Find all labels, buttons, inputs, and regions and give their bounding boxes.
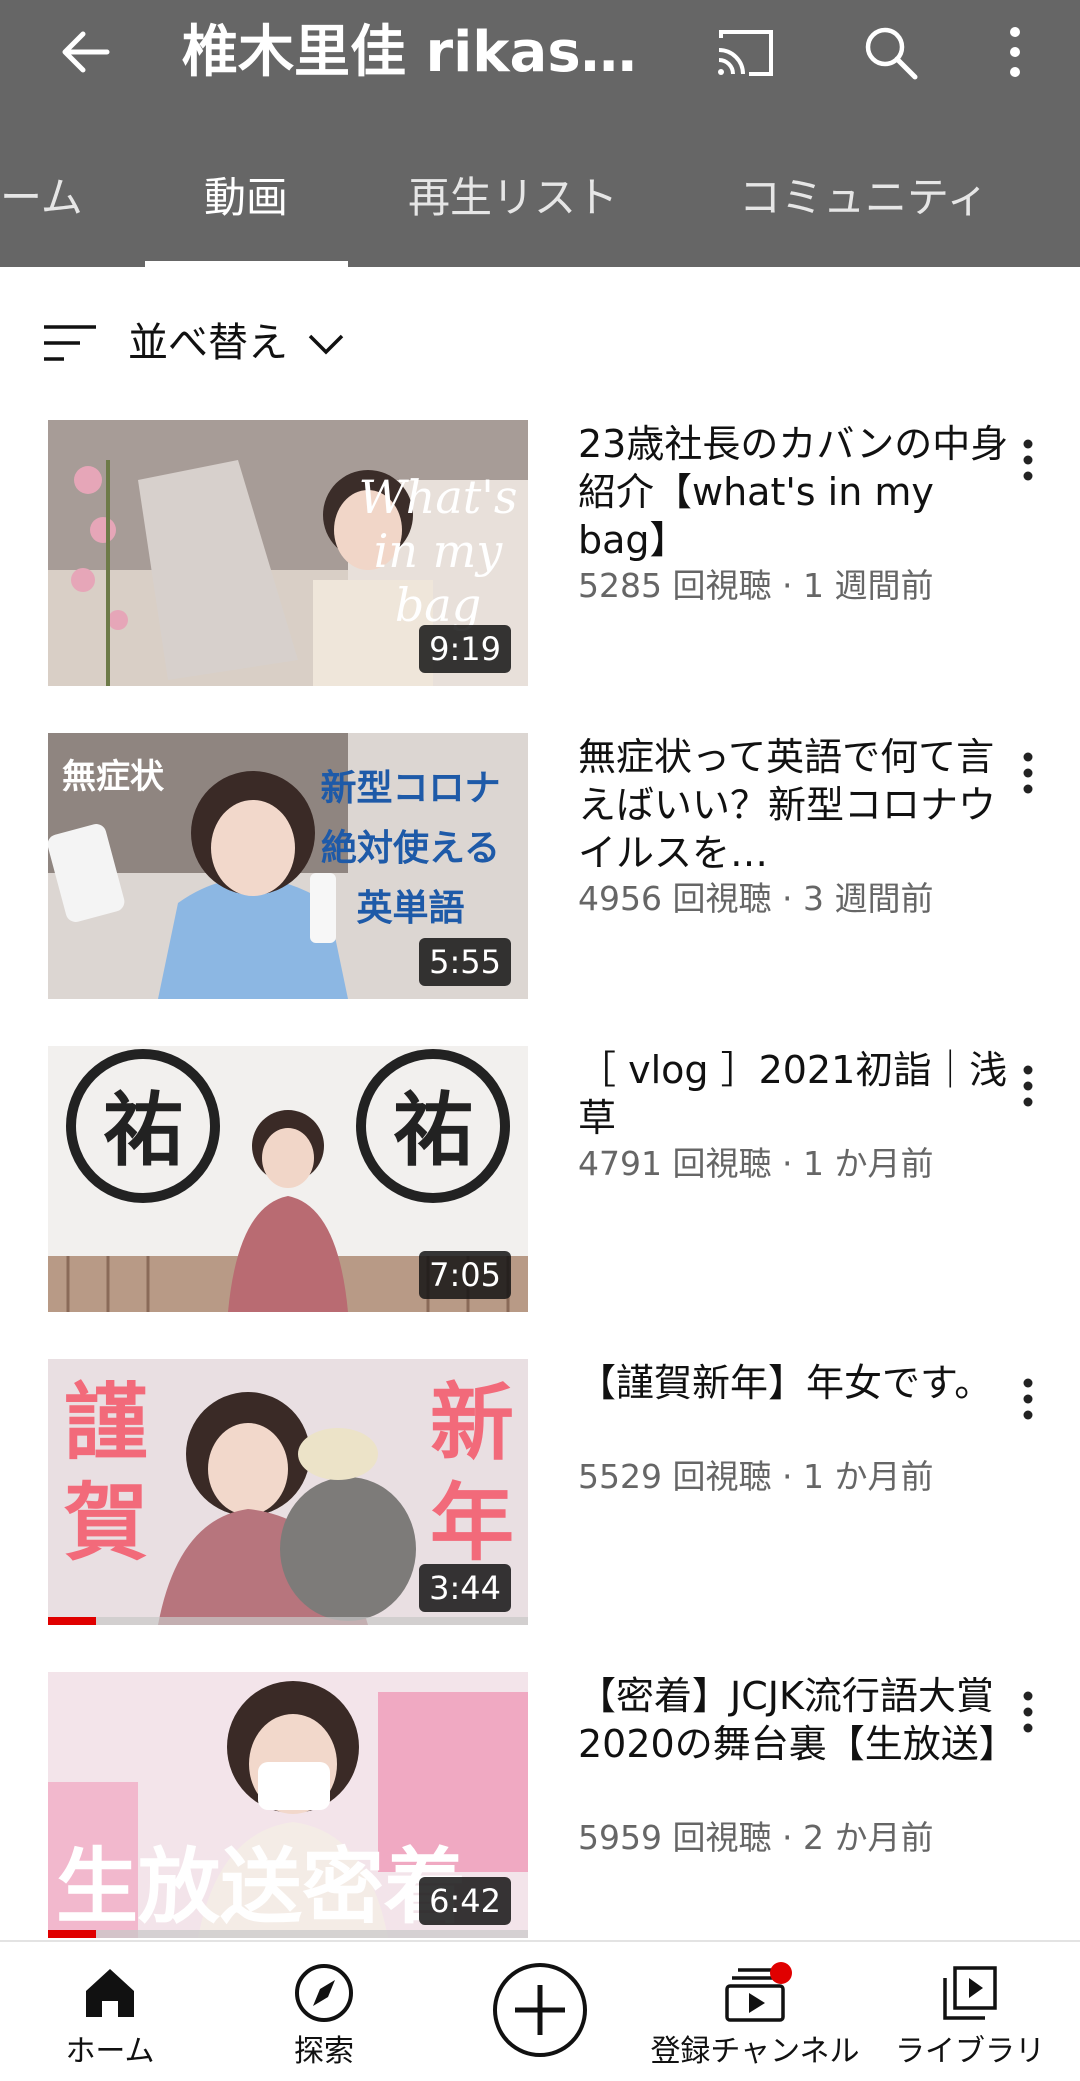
more-vert-icon xyxy=(1023,439,1033,481)
cast-button[interactable] xyxy=(700,12,790,92)
create-plus-icon xyxy=(493,1963,587,2057)
bottom-navigation: ホーム 探索 登録チャンネル ライブラリ xyxy=(0,1940,1080,2081)
nav-label: 探索 xyxy=(294,2034,354,2069)
video-title[interactable]: 23歳社長のカバンの中身紹介【what's in my bag】 xyxy=(578,420,1018,564)
more-vert-icon xyxy=(1023,752,1033,794)
upload-age: 3 週間前 xyxy=(802,879,934,918)
thumbnail-caption-line: 絶対使える xyxy=(321,828,500,869)
notification-dot xyxy=(770,1962,792,1984)
video-duration: 7:05 xyxy=(419,1251,511,1299)
video-duration: 3:44 xyxy=(419,1564,511,1612)
upload-age: 1 か月前 xyxy=(802,1144,934,1183)
tab-community[interactable]: コミュニティ xyxy=(739,170,988,226)
video-list-item[interactable]: 無症状 新型コロナ 絶対使える 英単語 5:55 無症状って英語で何て言えばいい… xyxy=(48,733,1048,999)
video-duration: 5:55 xyxy=(419,938,511,986)
upload-age: 1 週間前 xyxy=(802,566,934,605)
video-meta: 5529 回視聴 · 1 か月前 xyxy=(578,1457,934,1496)
watch-progress-bar xyxy=(48,1617,528,1625)
more-vert-icon xyxy=(1010,27,1020,77)
video-list-item[interactable]: 生放送密着 6:42 【密着】JCJK流行語大賞2020の舞台裏【生放送】 59… xyxy=(48,1672,1048,1938)
tab-home[interactable]: ーム xyxy=(0,170,83,226)
nav-subscriptions[interactable]: 登録チャンネル xyxy=(645,1942,865,2081)
view-count: 4956 回視聴 xyxy=(578,879,772,918)
thumbnail-caption-line: 英単語 xyxy=(356,888,465,929)
search-button[interactable] xyxy=(845,12,935,92)
home-icon xyxy=(86,1969,134,2017)
nav-home[interactable]: ホーム xyxy=(40,1942,180,2081)
tab-videos[interactable]: 動画 xyxy=(204,170,288,226)
video-more-button[interactable] xyxy=(1008,745,1048,801)
view-count: 5285 回視聴 xyxy=(578,566,772,605)
thumbnail-caption: What's in my bag xyxy=(358,470,518,632)
video-list-item[interactable]: What's in my bag 9:19 23歳社長のカバンの中身紹介【wha… xyxy=(48,420,1048,686)
explore-compass-icon xyxy=(295,1964,353,2022)
video-title[interactable]: 【謹賀新年】年女です。 xyxy=(578,1359,1018,1407)
thumbnail-caption: 生放送密着 xyxy=(56,1840,467,1935)
back-arrow-icon xyxy=(62,31,110,73)
watch-progress-bar xyxy=(48,1930,528,1938)
video-title[interactable]: 無症状って英語で何て言えばいい？新型コロナウイルスを… xyxy=(578,733,1018,877)
watch-progress-fill xyxy=(48,1617,96,1625)
video-thumbnail[interactable]: 無症状 新型コロナ 絶対使える 英単語 5:55 xyxy=(48,733,528,999)
thumbnail-caption: 謹賀 xyxy=(63,1374,148,1572)
video-thumbnail[interactable]: 生放送密着 6:42 xyxy=(48,1672,528,1938)
watch-progress-fill xyxy=(48,1930,96,1938)
video-thumbnail[interactable]: 謹賀 新年 3:44 xyxy=(48,1359,528,1625)
more-vert-icon xyxy=(1023,1691,1033,1733)
library-icon xyxy=(943,1966,997,2020)
nav-library[interactable]: ライブラリ xyxy=(890,1942,1050,2081)
view-count: 4791 回視聴 xyxy=(578,1144,772,1183)
top-bar: 椎木里佳 rikashi… xyxy=(0,0,1080,105)
nav-label: ホーム xyxy=(65,2034,155,2069)
video-title[interactable]: ［ vlog ］2021初詣｜浅草 xyxy=(578,1046,1018,1142)
channel-tabs: ーム 動画 再生リスト コミュニティ xyxy=(0,150,1080,267)
channel-title: 椎木里佳 rikashi… xyxy=(182,20,672,85)
video-list-item[interactable]: 謹賀 新年 3:44 【謹賀新年】年女です。 5529 回視聴 · 1 か月前 xyxy=(48,1359,1048,1625)
cast-icon xyxy=(718,30,773,76)
search-icon xyxy=(865,27,918,80)
thumbnail-caption: 新年 xyxy=(429,1374,514,1572)
view-count: 5529 回視聴 xyxy=(578,1457,772,1496)
nav-create[interactable] xyxy=(480,1942,600,2081)
thumbnail-caption: 新型コロナ 絶対使える 英単語 xyxy=(303,759,518,939)
video-meta: 5959 回視聴 · 2 か月前 xyxy=(578,1818,934,1857)
upload-age: 2 か月前 xyxy=(802,1818,934,1857)
video-more-button[interactable] xyxy=(1008,1684,1048,1740)
more-vert-icon xyxy=(1023,1378,1033,1420)
thumbnail-caption-line: 新型コロナ xyxy=(320,768,501,809)
view-count: 5959 回視聴 xyxy=(578,1818,772,1857)
upload-age: 1 か月前 xyxy=(802,1457,934,1496)
video-more-button[interactable] xyxy=(1008,1371,1048,1427)
video-list-item[interactable]: 祐 祐 7:05 ［ vlog ］2021初詣｜浅草 4791 回視聴 · 1 … xyxy=(48,1046,1048,1312)
app-bar: 椎木里佳 rikashi… ーム 動画 再生リスト コミュニティ xyxy=(0,0,1080,267)
back-button[interactable] xyxy=(40,12,130,92)
video-thumbnail[interactable]: 祐 祐 7:05 xyxy=(48,1046,528,1312)
video-thumbnail[interactable]: What's in my bag 9:19 xyxy=(48,420,528,686)
more-vert-icon xyxy=(1023,1065,1033,1107)
more-options-button[interactable] xyxy=(975,12,1055,92)
sort-button[interactable]: 並べ替え xyxy=(40,313,346,373)
video-more-button[interactable] xyxy=(1008,1058,1048,1114)
video-meta: 4956 回視聴 · 3 週間前 xyxy=(578,879,934,918)
nav-label: ライブラリ xyxy=(895,2034,1045,2069)
video-meta: 5285 回視聴 · 1 週間前 xyxy=(578,566,934,605)
chevron-down-icon xyxy=(308,334,344,355)
video-more-button[interactable] xyxy=(1008,432,1048,488)
video-duration: 9:19 xyxy=(419,625,511,673)
video-meta: 4791 回視聴 · 1 か月前 xyxy=(578,1144,934,1183)
thumbnail-caption: 無症状 xyxy=(62,757,164,797)
video-title[interactable]: 【密着】JCJK流行語大賞2020の舞台裏【生放送】 xyxy=(578,1672,1018,1768)
nav-explore[interactable]: 探索 xyxy=(254,1942,394,2081)
video-duration: 6:42 xyxy=(419,1877,511,1925)
svg-text:祐: 祐 xyxy=(103,1083,183,1177)
sort-icon xyxy=(44,325,96,361)
sort-label: 並べ替え xyxy=(128,320,288,366)
active-tab-indicator xyxy=(145,261,348,267)
tab-playlists[interactable]: 再生リスト xyxy=(408,170,618,226)
svg-text:祐: 祐 xyxy=(393,1083,473,1177)
nav-label: 登録チャンネル xyxy=(650,2034,860,2069)
